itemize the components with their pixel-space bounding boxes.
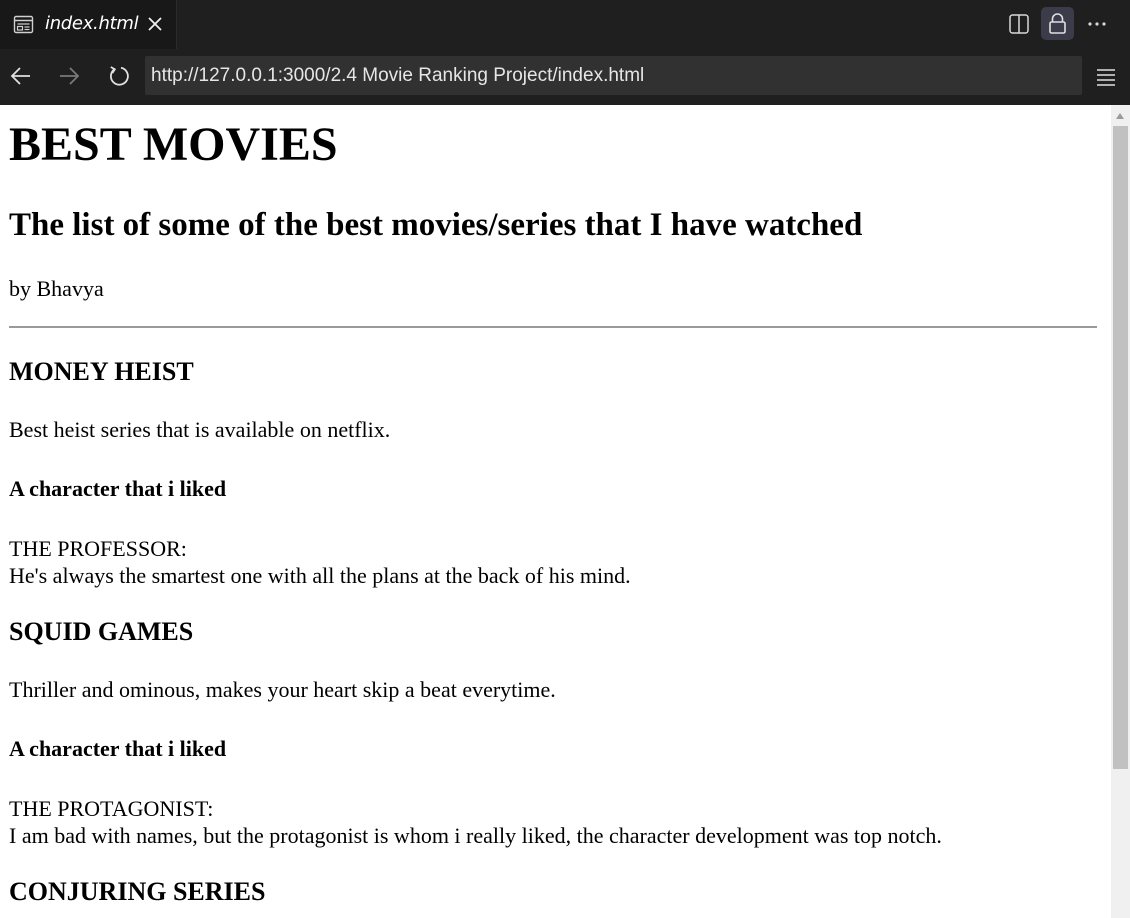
page-content: BEST MOVIES The list of some of the best… <box>0 105 1111 918</box>
lock-button[interactable] <box>1041 7 1074 40</box>
movie-title: CONJURING SERIES <box>9 877 266 906</box>
character-reason: He's always the smartest one with all th… <box>9 563 631 588</box>
vertical-scrollbar[interactable] <box>1111 105 1130 918</box>
back-arrow-icon[interactable] <box>9 64 33 88</box>
movie-title: SQUID GAMES <box>9 617 194 646</box>
forward-arrow-icon[interactable] <box>57 64 81 88</box>
navigation-bar: http://127.0.0.1:3000/2.4 Movie Ranking … <box>0 49 1130 105</box>
menu-icon[interactable] <box>1095 66 1117 88</box>
divider <box>9 326 1097 328</box>
character-heading: A character that i liked <box>9 476 227 501</box>
page-title: BEST MOVIES <box>9 118 338 171</box>
author-line: by Bhavya <box>9 276 104 301</box>
movie-title: MONEY HEIST <box>9 357 194 386</box>
close-icon[interactable] <box>146 15 164 33</box>
scroll-up-arrow-icon[interactable] <box>1116 113 1124 119</box>
page-subtitle: The list of some of the best movies/seri… <box>9 207 863 243</box>
more-actions-icon[interactable] <box>1086 14 1108 34</box>
scrollbar-thumb[interactable] <box>1113 126 1128 769</box>
url-input[interactable]: http://127.0.0.1:3000/2.4 Movie Ranking … <box>145 56 1082 95</box>
tab-title: index.html <box>45 13 139 34</box>
character-name: THE PROTAGONIST: <box>9 796 214 821</box>
tab-bar: index.html <box>0 0 1130 49</box>
character-name: THE PROFESSOR: <box>9 536 187 561</box>
split-editor-icon[interactable] <box>1008 13 1030 35</box>
character-heading: A character that i liked <box>9 736 227 761</box>
movie-description: Thriller and ominous, makes your heart s… <box>9 677 556 702</box>
page-icon <box>13 15 34 34</box>
movie-description: Best heist series that is available on n… <box>9 417 391 442</box>
reload-icon[interactable] <box>107 64 131 88</box>
character-reason: I am bad with names, but the protagonist… <box>9 823 942 848</box>
lock-icon <box>1049 13 1066 34</box>
tab-index-html[interactable]: index.html <box>0 0 177 49</box>
